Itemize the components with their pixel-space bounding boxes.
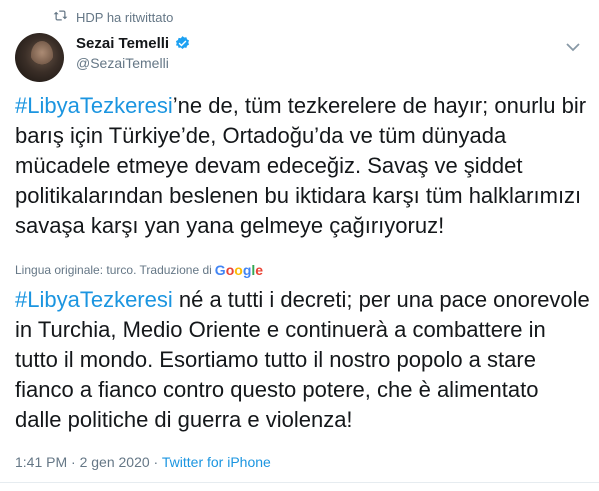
avatar[interactable] — [15, 33, 64, 82]
google-logo[interactable]: Google — [215, 262, 263, 278]
retweet-label: HDP ha ritwittato — [76, 9, 174, 25]
chevron-down-icon[interactable] — [566, 42, 580, 52]
tweet-text-translated: #LibyaTezkeresi né a tutti i decreti; pe… — [15, 285, 590, 435]
divider — [0, 482, 599, 483]
retweet-icon — [53, 9, 68, 25]
tweet-text-original: #LibyaTezkeresi’ne de, tüm tezkerelere d… — [15, 91, 590, 241]
display-name[interactable]: Sezai Temelli — [76, 35, 169, 52]
hashtag-link[interactable]: #LibyaTezkeresi — [15, 287, 173, 312]
translation-note: Lingua originale: turco. Traduzione di G… — [15, 262, 263, 278]
tweet[interactable]: HDP ha ritwittato Sezai Temelli @SezaiTe… — [0, 0, 599, 491]
translation-label: Lingua originale: turco. Traduzione di — [15, 263, 212, 277]
retweet-context[interactable]: HDP ha ritwittato — [53, 9, 173, 25]
verified-badge-icon — [174, 35, 191, 52]
user-info[interactable]: Sezai Temelli @SezaiTemelli — [76, 35, 191, 71]
source-link[interactable]: Twitter for iPhone — [162, 454, 271, 470]
hashtag-link[interactable]: #LibyaTezkeresi — [15, 93, 173, 118]
tweet-date[interactable]: 2 gen 2020 — [80, 454, 150, 470]
tweet-meta: 1:41 PM · 2 gen 2020 · Twitter for iPhon… — [15, 454, 271, 470]
separator: · — [67, 454, 80, 470]
separator: · — [149, 454, 162, 470]
user-handle[interactable]: @SezaiTemelli — [76, 55, 191, 71]
tweet-time[interactable]: 1:41 PM — [15, 454, 67, 470]
